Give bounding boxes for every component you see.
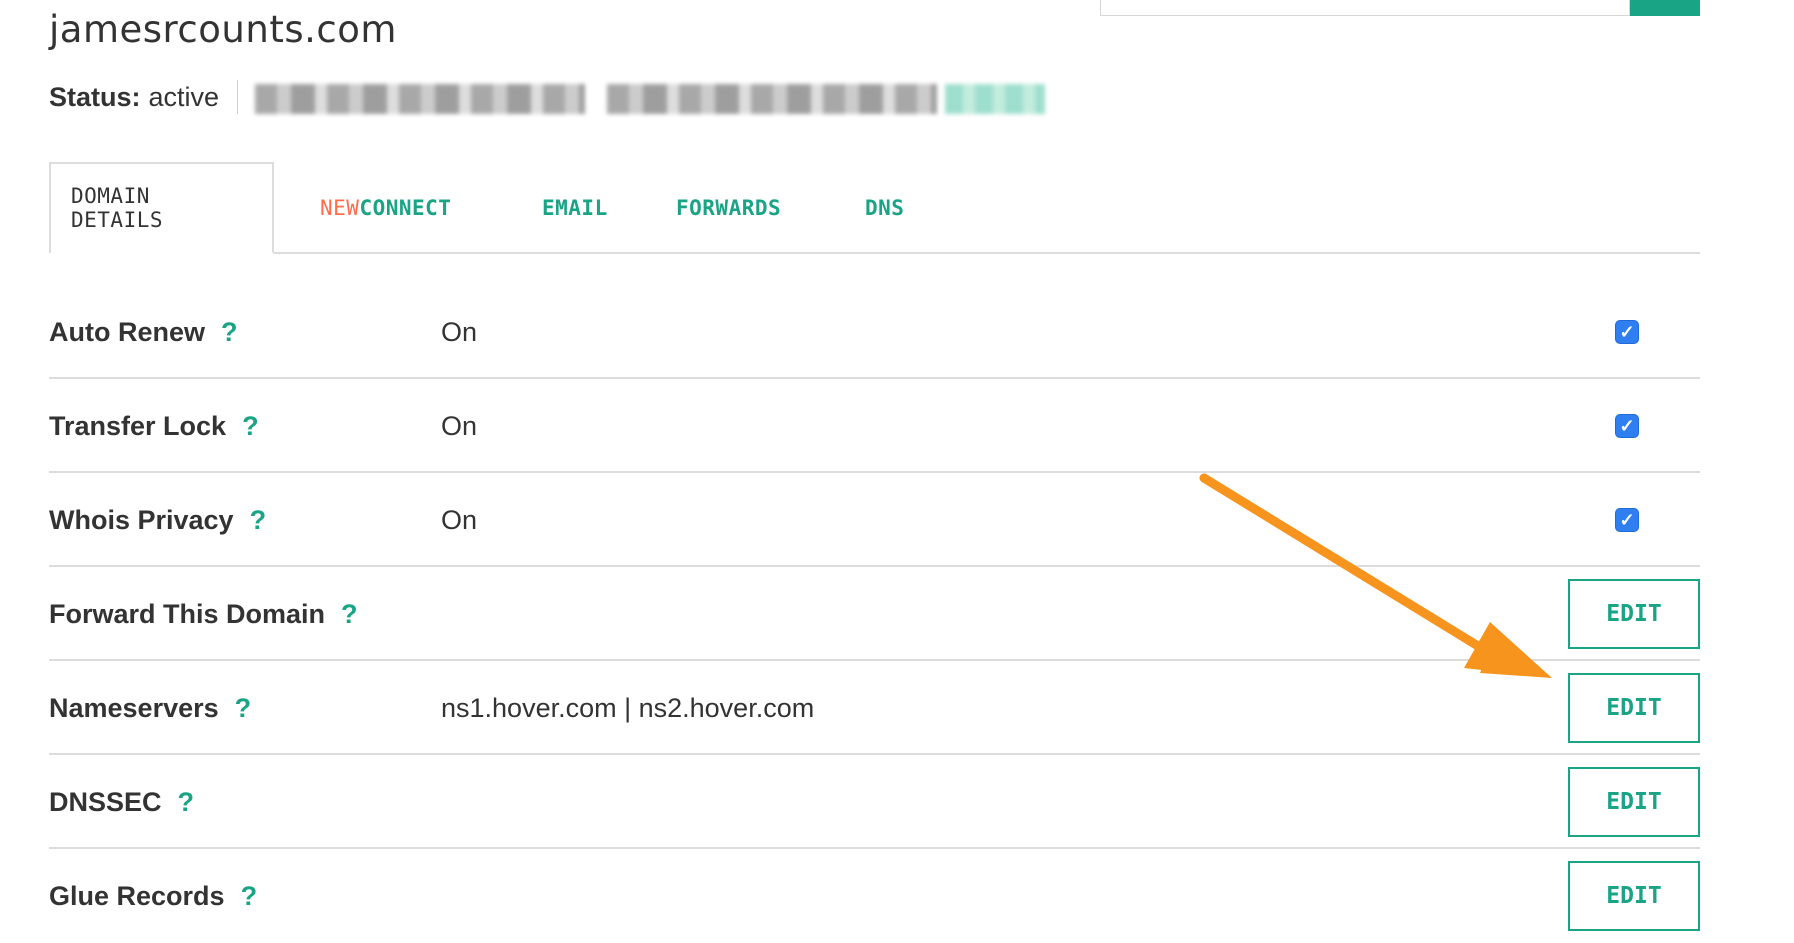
checkmark-icon: ✓ bbox=[1619, 321, 1635, 342]
edit-dnssec-button[interactable]: EDIT bbox=[1568, 767, 1700, 837]
tab-dns[interactable]: DNS bbox=[865, 162, 904, 254]
row-transfer-lock: Transfer Lock ? On ✓ bbox=[49, 379, 1700, 473]
row-value: On bbox=[441, 316, 478, 347]
row-label: Auto Renew bbox=[49, 316, 206, 347]
row-label: Nameservers bbox=[49, 692, 219, 723]
edit-nameservers-button[interactable]: EDIT bbox=[1568, 673, 1700, 743]
edit-glue-records-button[interactable]: EDIT bbox=[1568, 861, 1700, 931]
row-value: On bbox=[441, 504, 478, 535]
redacted-info bbox=[607, 84, 937, 114]
tab-label: EMAIL bbox=[542, 196, 608, 220]
row-value: On bbox=[441, 410, 478, 441]
new-badge: NEW bbox=[320, 196, 360, 220]
tab-label: FORWARDS bbox=[676, 196, 782, 220]
tab-label: DNS bbox=[865, 196, 905, 220]
row-glue-records: Glue Records ? EDIT bbox=[49, 849, 1700, 943]
help-icon[interactable]: ? bbox=[235, 693, 252, 724]
tab-label: DOMAIN DETAILS bbox=[71, 184, 164, 232]
nameservers-value: ns1.hover.com | ns2.hover.com bbox=[441, 692, 815, 723]
checkmark-icon: ✓ bbox=[1619, 509, 1635, 530]
tab-forwards[interactable]: FORWARDS bbox=[676, 162, 781, 254]
tab-bar: DOMAIN DETAILS NEW CONNECT EMAIL FORWARD… bbox=[49, 162, 1700, 254]
status-row: Status: active bbox=[49, 78, 239, 116]
domain-title: jamesrcounts.com bbox=[49, 8, 397, 51]
help-icon[interactable]: ? bbox=[241, 881, 258, 912]
checkmark-icon: ✓ bbox=[1619, 415, 1635, 436]
row-dnssec: DNSSEC ? EDIT bbox=[49, 755, 1700, 849]
auto-renew-checkbox[interactable]: ✓ bbox=[1615, 320, 1639, 344]
row-whois-privacy: Whois Privacy ? On ✓ bbox=[49, 473, 1700, 567]
row-nameservers: Nameservers ? ns1.hover.com | ns2.hover.… bbox=[49, 661, 1700, 755]
row-label: Glue Records bbox=[49, 880, 225, 911]
tab-domain-details[interactable]: DOMAIN DETAILS bbox=[49, 162, 274, 254]
row-label: Whois Privacy bbox=[49, 504, 234, 535]
tab-email[interactable]: EMAIL bbox=[542, 162, 608, 254]
row-auto-renew: Auto Renew ? On ✓ bbox=[49, 285, 1700, 379]
help-icon[interactable]: ? bbox=[341, 599, 358, 630]
row-label: Forward This Domain bbox=[49, 598, 326, 629]
domain-details-list: Auto Renew ? On ✓ Transfer Lock ? On ✓ W… bbox=[49, 285, 1700, 943]
help-icon[interactable]: ? bbox=[178, 787, 195, 818]
status-divider bbox=[237, 80, 239, 114]
redacted-info bbox=[255, 84, 585, 114]
row-label: DNSSEC bbox=[49, 786, 162, 817]
help-icon[interactable]: ? bbox=[221, 317, 238, 348]
transfer-lock-checkbox[interactable]: ✓ bbox=[1615, 414, 1639, 438]
redacted-info bbox=[945, 84, 1045, 114]
row-forward-domain: Forward This Domain ? EDIT bbox=[49, 567, 1700, 661]
status-label: Status: bbox=[49, 81, 141, 112]
search-input[interactable] bbox=[1100, 0, 1630, 16]
tab-label: CONNECT bbox=[359, 196, 452, 220]
help-icon[interactable]: ? bbox=[250, 505, 267, 536]
tab-connect[interactable]: NEW CONNECT bbox=[320, 162, 451, 254]
search-button[interactable] bbox=[1630, 0, 1700, 16]
status-value: active bbox=[148, 81, 220, 112]
row-label: Transfer Lock bbox=[49, 410, 227, 441]
whois-privacy-checkbox[interactable]: ✓ bbox=[1615, 508, 1639, 532]
help-icon[interactable]: ? bbox=[242, 411, 259, 442]
edit-forward-button[interactable]: EDIT bbox=[1568, 579, 1700, 649]
